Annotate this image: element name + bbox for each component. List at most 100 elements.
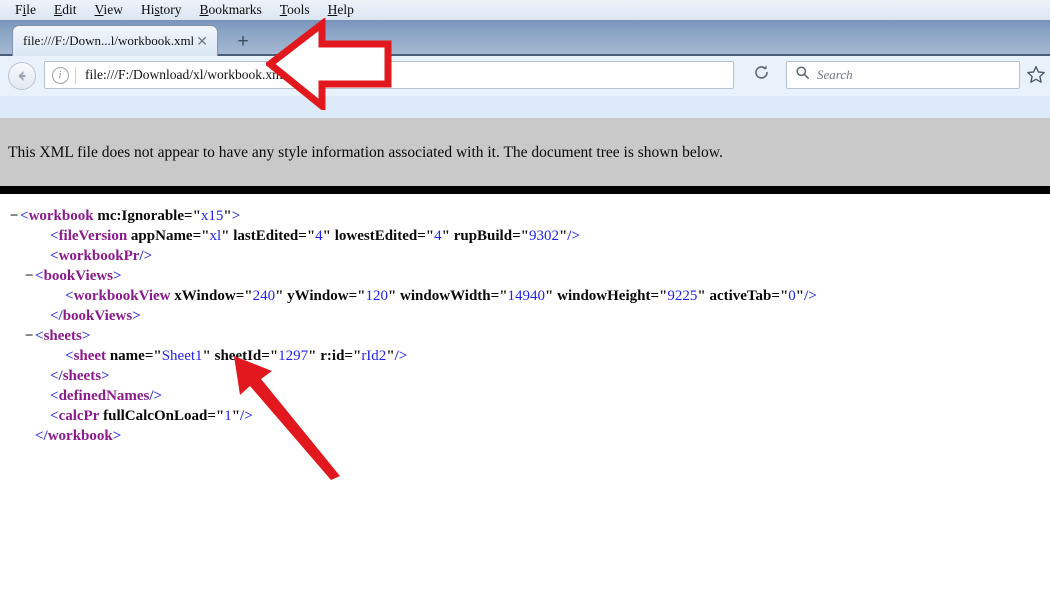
xml-punct: <	[50, 388, 59, 404]
menu-item-file[interactable]: File	[6, 1, 45, 19]
xml-quote: "	[270, 348, 278, 364]
xml-line: <workbookView xWindow="240" yWindow="120…	[0, 286, 817, 306]
xml-attval: xl	[209, 228, 221, 244]
xml-quote: "	[323, 228, 331, 244]
xml-attname: =	[650, 288, 659, 304]
reload-button[interactable]	[748, 62, 774, 88]
xml-quote: "	[499, 288, 507, 304]
xml-notice-text: This XML file does not appear to have an…	[8, 144, 723, 162]
menu-item-view[interactable]: View	[86, 1, 132, 19]
xml-punct: >	[132, 308, 141, 324]
xml-attval: 4	[434, 228, 442, 244]
page-content: −<workbook mc:Ignorable="x15"><fileVersi…	[0, 194, 1050, 600]
xml-attname: lowestEdited	[335, 228, 418, 244]
collapse-toggle-icon[interactable]: −	[23, 266, 35, 286]
xml-attval: 120	[365, 288, 388, 304]
collapse-toggle-icon[interactable]: −	[8, 206, 20, 226]
xml-attname: =	[207, 408, 216, 424]
xml-attname: sheetId	[215, 348, 262, 364]
menu-item-bookmarks[interactable]: Bookmarks	[191, 1, 271, 19]
xml-attval: Sheet1	[162, 348, 203, 364]
xml-punct: >	[232, 208, 241, 224]
xml-punct: </	[50, 368, 63, 384]
xml-attname: name	[110, 348, 145, 364]
xml-line: <calcPr fullCalcOnLoad="1"/>	[0, 406, 817, 426]
star-icon	[1026, 72, 1046, 89]
xml-punct: <	[65, 348, 74, 364]
xml-tagname: sheet	[74, 348, 107, 364]
xml-attname: activeTab	[709, 288, 771, 304]
xml-punct: <	[50, 228, 59, 244]
xml-attval: x15	[201, 208, 224, 224]
back-button[interactable]	[8, 62, 36, 90]
collapse-toggle-icon[interactable]: −	[23, 326, 35, 346]
identity-icon[interactable]: i	[45, 67, 75, 84]
xml-attname: =	[261, 348, 270, 364]
xml-punct: </	[50, 308, 63, 324]
url-bar[interactable]: i file:///F:/Download/xl/workbook.xml	[44, 61, 734, 89]
xml-line: <workbookPr/>	[0, 246, 817, 266]
close-icon[interactable]: ✕	[193, 35, 211, 47]
xml-attname: =	[298, 228, 307, 244]
xml-attname: =	[236, 288, 245, 304]
xml-quote: "	[521, 228, 529, 244]
xml-quote: "	[386, 348, 394, 364]
xml-attname: windowHeight	[557, 288, 650, 304]
xml-quote: "	[203, 348, 211, 364]
xml-attval: 9302	[529, 228, 559, 244]
xml-line: <definedNames/>	[0, 386, 817, 406]
notice-separator	[0, 186, 1050, 194]
bookmark-button[interactable]	[1026, 65, 1046, 90]
xml-quote: "	[308, 348, 316, 364]
xml-tagname: bookViews	[44, 268, 113, 284]
xml-attname: fullCalcOnLoad	[103, 408, 207, 424]
search-input[interactable]: Search	[810, 67, 853, 83]
xml-tagname: workbookView	[74, 288, 171, 304]
xml-attname: xWindow	[174, 288, 235, 304]
url-input[interactable]: file:///F:/Download/xl/workbook.xml	[76, 67, 286, 83]
menu-item-edit[interactable]: Edit	[45, 1, 86, 19]
xml-tagname: definedNames	[59, 388, 150, 404]
xml-punct: />	[240, 408, 253, 424]
xml-punct: />	[567, 228, 580, 244]
menu-item-tools[interactable]: Tools	[271, 1, 319, 19]
xml-line: <fileVersion appName="xl" lastEdited="4"…	[0, 226, 817, 246]
search-bar[interactable]: Search	[786, 61, 1020, 89]
reload-icon	[753, 64, 770, 86]
xml-punct: />	[804, 288, 817, 304]
xml-quote: "	[307, 228, 315, 244]
xml-punct: >	[113, 428, 122, 444]
toolbar-bottom-band	[0, 96, 1050, 118]
xml-tagname: calcPr	[59, 408, 100, 424]
xml-notice-bar: This XML file does not appear to have an…	[0, 118, 1050, 186]
xml-tagname: workbook	[48, 428, 113, 444]
xml-attname: =	[349, 288, 358, 304]
back-arrow-icon	[9, 68, 35, 84]
xml-quote: "	[442, 228, 450, 244]
xml-quote: "	[223, 208, 231, 224]
search-icon	[795, 65, 810, 85]
xml-attname: windowWidth	[400, 288, 491, 304]
xml-line: </workbook>	[0, 426, 817, 446]
menu-item-history[interactable]: History	[132, 1, 191, 19]
xml-attname: lastEdited	[233, 228, 298, 244]
new-tab-button[interactable]: +	[232, 32, 254, 54]
xml-quote: "	[244, 288, 252, 304]
xml-attname: =	[344, 348, 353, 364]
xml-line: <sheet name="Sheet1" sheetId="1297" r:id…	[0, 346, 817, 366]
xml-attname: rupBuild	[454, 228, 512, 244]
xml-attname: =	[491, 288, 500, 304]
xml-punct: <	[50, 248, 59, 264]
xml-quote: "	[232, 408, 240, 424]
xml-tagname: bookViews	[63, 308, 132, 324]
menu-item-help[interactable]: Help	[319, 1, 363, 19]
xml-tagname: sheets	[63, 368, 101, 384]
xml-punct: <	[65, 288, 74, 304]
xml-quote: "	[697, 288, 705, 304]
browser-tab[interactable]: file:///F:/Down...l/workbook.xml ✕	[12, 25, 218, 56]
xml-quote: "	[426, 228, 434, 244]
xml-attval: 240	[253, 288, 276, 304]
xml-line: −<bookViews>	[0, 266, 817, 286]
xml-quote: "	[796, 288, 804, 304]
xml-punct: <	[35, 268, 44, 284]
